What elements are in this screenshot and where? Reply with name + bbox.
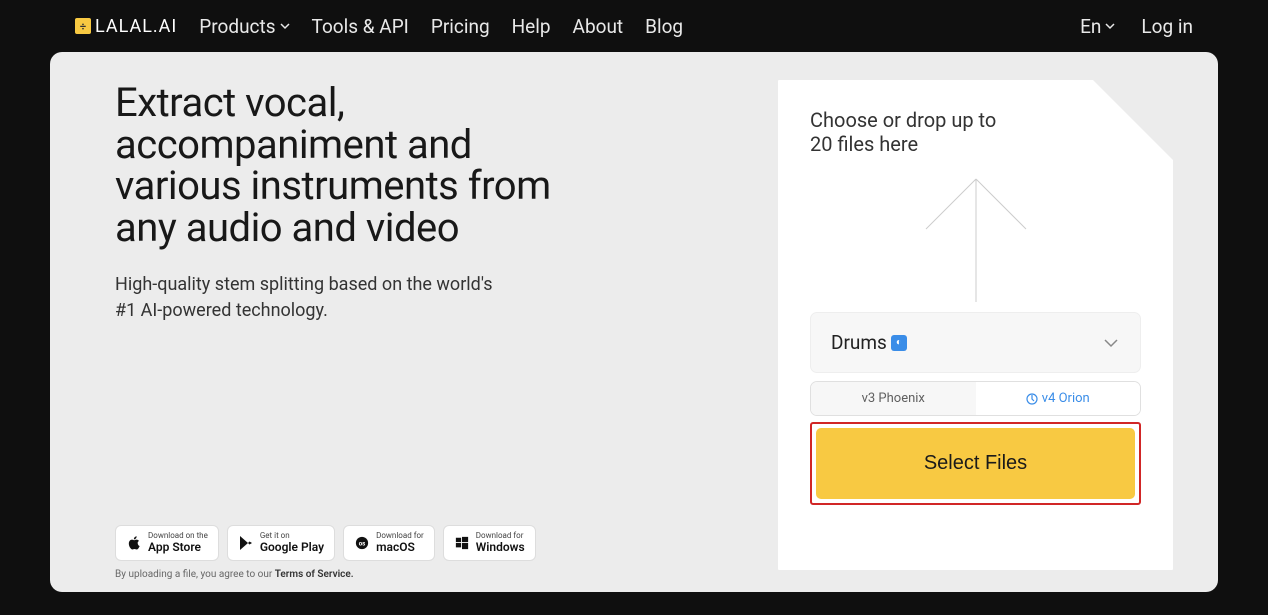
select-files-button[interactable]: Select Files bbox=[816, 428, 1135, 499]
orion-icon bbox=[1026, 393, 1038, 405]
nav-tools-api[interactable]: Tools & API bbox=[312, 15, 409, 38]
macos-icon: os bbox=[354, 535, 370, 551]
headline: Extract vocal, accompaniment and various… bbox=[115, 82, 595, 248]
googleplay-icon bbox=[238, 535, 254, 551]
upload-card[interactable]: Choose or drop up to 20 files here Drums… bbox=[778, 80, 1173, 570]
version-orion-button[interactable]: v4 Orion bbox=[976, 382, 1141, 415]
main-panel: Extract vocal, accompaniment and various… bbox=[50, 52, 1218, 592]
nav-item-label: Blog bbox=[645, 15, 683, 38]
hero-column: Extract vocal, accompaniment and various… bbox=[115, 80, 728, 580]
windows-icon bbox=[454, 535, 470, 551]
version-phoenix-button[interactable]: v3 Phoenix bbox=[811, 382, 976, 415]
nav-item-label: Pricing bbox=[431, 15, 490, 38]
nav-help[interactable]: Help bbox=[512, 15, 551, 38]
logo-text: LALAL.AI bbox=[95, 16, 177, 37]
version-selector: v3 Phoenix v4 Orion bbox=[810, 381, 1141, 416]
chevron-down-icon bbox=[1105, 21, 1115, 31]
drop-instructions: Choose or drop up to 20 files here bbox=[810, 108, 1010, 156]
login-label: Log in bbox=[1141, 15, 1193, 38]
googleplay-button[interactable]: Get it on Google Play bbox=[227, 525, 335, 561]
select-files-label: Select Files bbox=[924, 452, 1027, 474]
nav-item-label: Help bbox=[512, 15, 551, 38]
nav-item-label: Tools & API bbox=[312, 15, 409, 38]
svg-text:os: os bbox=[359, 541, 366, 548]
macos-button[interactable]: os Download for macOS bbox=[343, 525, 435, 561]
version-label: v3 Phoenix bbox=[862, 391, 925, 406]
windows-big: Windows bbox=[476, 541, 525, 554]
tos-prefix: By uploading a file, you agree to our bbox=[115, 569, 275, 580]
download-buttons-row: Download on the App Store Get it on Goog… bbox=[115, 525, 728, 561]
windows-button[interactable]: Download for Windows bbox=[443, 525, 536, 561]
macos-big: macOS bbox=[376, 541, 415, 554]
instrument-dropdown[interactable]: Drums ◐ bbox=[810, 312, 1141, 373]
nav-pricing[interactable]: Pricing bbox=[431, 15, 490, 38]
chevron-down-icon bbox=[280, 21, 290, 31]
tos-text: By uploading a file, you agree to our Te… bbox=[115, 569, 728, 580]
appstore-big: App Store bbox=[148, 541, 201, 554]
upload-arrow-icon bbox=[916, 174, 1036, 304]
logo[interactable]: ÷ LALAL.AI bbox=[75, 16, 177, 37]
nav-blog[interactable]: Blog bbox=[645, 15, 683, 38]
tos-link[interactable]: Terms of Service. bbox=[275, 569, 354, 580]
appstore-button[interactable]: Download on the App Store bbox=[115, 525, 219, 561]
login-link[interactable]: Log in bbox=[1141, 15, 1193, 38]
drums-badge-icon: ◐ bbox=[891, 335, 907, 351]
subhead: High-quality stem splitting based on the… bbox=[115, 272, 515, 324]
language-selector[interactable]: En bbox=[1080, 15, 1115, 38]
nav-item-label: About bbox=[573, 15, 624, 38]
logo-icon: ÷ bbox=[75, 18, 91, 34]
apple-icon bbox=[126, 535, 142, 551]
upload-column: Choose or drop up to 20 files here Drums… bbox=[778, 80, 1178, 580]
chevron-down-icon bbox=[1102, 334, 1120, 352]
gplay-big: Google Play bbox=[260, 541, 324, 554]
nav-about[interactable]: About bbox=[573, 15, 624, 38]
nav-item-label: Products bbox=[199, 15, 275, 38]
select-files-highlight: Select Files bbox=[810, 422, 1141, 505]
nav-products[interactable]: Products bbox=[199, 15, 289, 38]
language-label: En bbox=[1080, 15, 1101, 38]
version-label: v4 Orion bbox=[1042, 391, 1090, 406]
dropdown-value: Drums bbox=[831, 331, 887, 354]
